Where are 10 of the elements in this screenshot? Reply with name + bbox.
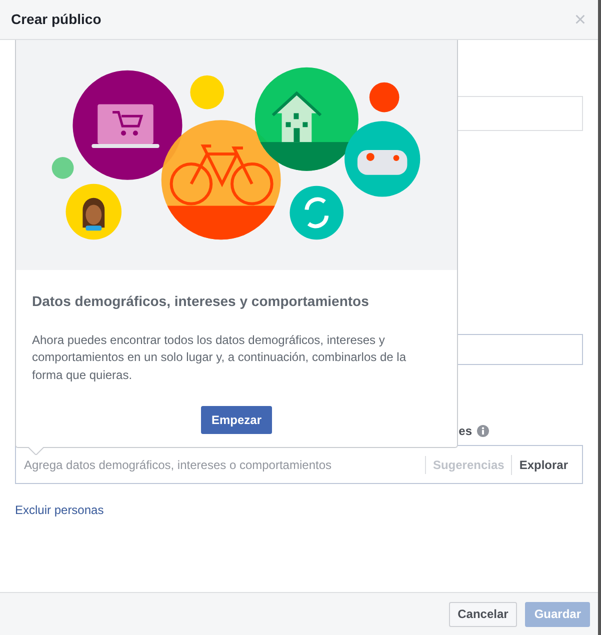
dialog-title: Crear público (11, 11, 102, 28)
field-label: es (458, 423, 472, 440)
exclude-link[interactable]: Excluir personas (15, 501, 104, 519)
explore-button[interactable]: Explorar (511, 454, 574, 474)
start-button[interactable]: Empezar (201, 406, 272, 434)
popover-title: Datos demográficos, intereses y comportamientos (32, 292, 370, 311)
info-icon[interactable] (477, 425, 489, 437)
popover-text: Ahora puedes encontrar todos los datos demográficos, intereses y comportamientos en un solo lugar y, a continuación, combinarlos de la forma que quieras. (32, 332, 407, 384)
cancel-button[interactable]: Cancelar (448, 602, 518, 626)
targeting-field[interactable]: Agrega datos demográficos, intereses o comportamientos Sugerencias Explorar (15, 445, 583, 484)
